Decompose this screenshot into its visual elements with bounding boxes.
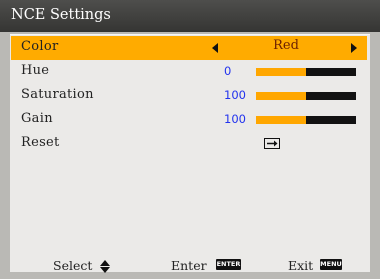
saturation-value: 100 [224, 88, 246, 102]
gain-value: 100 [224, 112, 246, 126]
gain-label: Gain [21, 111, 53, 126]
enter-arrow-icon[interactable] [264, 138, 280, 149]
hue-slider[interactable] [256, 68, 356, 76]
menu-item-color[interactable]: Color Red [11, 36, 367, 60]
arrow-left-icon[interactable] [212, 43, 218, 53]
enter-arrow-glyph [267, 140, 278, 147]
gain-slider-fill [256, 116, 306, 124]
saturation-slider-fill [256, 92, 306, 100]
color-label: Color [21, 39, 59, 54]
nce-settings-osd: NCE Settings Color Red Hue 0 Saturation … [0, 0, 380, 279]
enter-key-badge: ENTER [216, 259, 241, 270]
menu-item-reset[interactable]: Reset [11, 132, 367, 156]
arrow-right-icon[interactable] [351, 43, 357, 53]
title-bar: NCE Settings [0, 0, 380, 32]
menu-item-hue[interactable]: Hue 0 [11, 60, 367, 84]
enter-hint-label: Enter [171, 258, 207, 273]
hue-value: 0 [224, 64, 232, 78]
hue-slider-fill [256, 68, 306, 76]
window-title: NCE Settings [11, 7, 111, 23]
exit-hint-label: Exit [288, 258, 314, 273]
saturation-label: Saturation [21, 87, 94, 102]
menu-key-badge: MENU [320, 259, 342, 270]
select-hint-label: Select [53, 258, 93, 273]
gain-slider[interactable] [256, 116, 356, 124]
saturation-slider[interactable] [256, 92, 356, 100]
menu-item-gain[interactable]: Gain 100 [11, 108, 367, 132]
footer-hints: Select Enter ENTER Exit MENU [0, 250, 380, 279]
menu-item-saturation[interactable]: Saturation 100 [11, 84, 367, 108]
reset-label: Reset [21, 135, 60, 150]
color-value: Red [273, 38, 299, 53]
hue-label: Hue [21, 63, 50, 78]
